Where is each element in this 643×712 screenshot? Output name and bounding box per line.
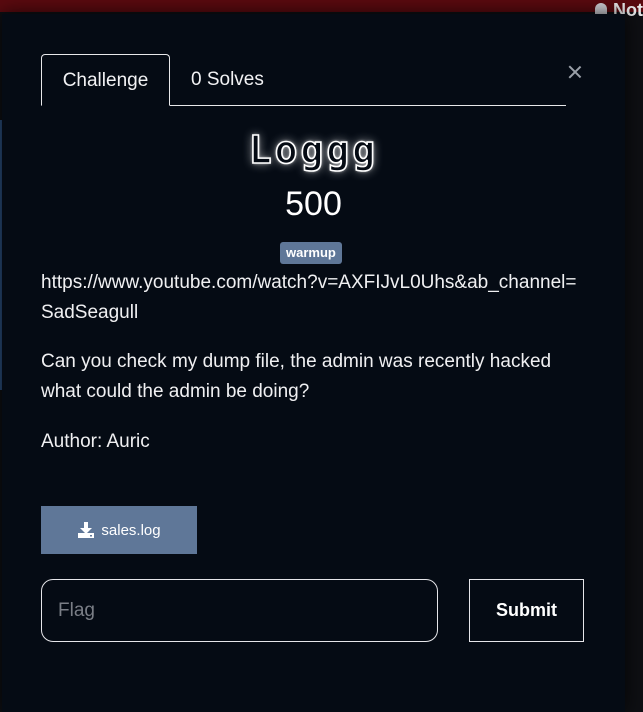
top-navbar: [0, 0, 643, 12]
flag-input[interactable]: [41, 579, 438, 642]
challenge-modal: Challenge 0 Solves Loggg 500 warmup http…: [2, 14, 625, 712]
tab-challenge[interactable]: Challenge: [41, 54, 170, 106]
file-name: sales.log: [101, 521, 161, 539]
submit-button[interactable]: Submit: [469, 579, 584, 642]
download-icon: [78, 522, 95, 538]
description-link: https://www.youtube.com/watch?v=AXFIJvL0…: [41, 272, 577, 323]
tab-solves[interactable]: 0 Solves: [170, 54, 285, 105]
challenge-points: 500: [285, 185, 342, 223]
challenge-author: Author: Auric: [41, 431, 150, 452]
close-icon[interactable]: [565, 62, 585, 82]
challenge-title: Loggg: [248, 127, 379, 173]
description-text: Can you check my dump file, the admin wa…: [41, 351, 552, 402]
modal-tabs: Challenge 0 Solves: [41, 54, 566, 106]
download-file-button[interactable]: sales.log: [41, 506, 197, 554]
challenge-tag: warmup: [280, 242, 342, 264]
